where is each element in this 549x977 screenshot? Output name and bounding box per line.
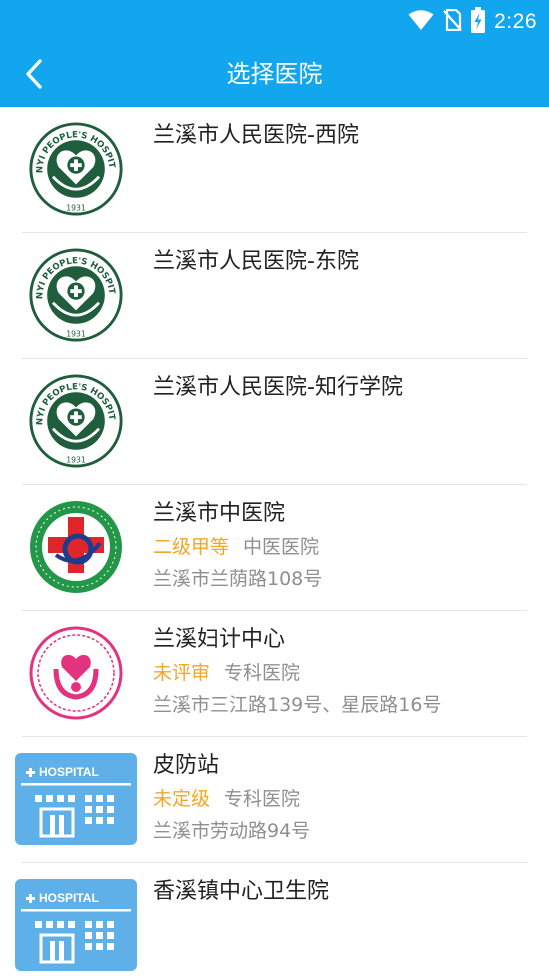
hospital-info: 兰溪妇计中心 未评审 专科医院 兰溪市三江路139号、星辰路16号: [153, 625, 529, 717]
tcm-hospital-logo: [22, 497, 130, 597]
people-hospital-logo: ANYI PEOPLE'S HOSPITAL 1931: [22, 371, 130, 471]
chevron-left-icon: [23, 58, 45, 94]
status-icons: 2:26: [408, 6, 537, 38]
hospital-meta: 未定级 专科医院: [153, 787, 529, 811]
people-hospital-logo: ANYI PEOPLE'S HOSPITAL 1931: [22, 245, 130, 345]
hospital-meta: 未评审 专科医院: [153, 661, 529, 685]
hospital-name: 香溪镇中心卫生院: [153, 879, 330, 904]
status-time: 2:26: [494, 10, 537, 33]
hospital-list-item[interactable]: HOSPITAL 皮防站 未定级 专科医院 兰溪市劳动路94号: [0, 737, 549, 863]
hospital-name: 兰溪妇计中心: [153, 627, 286, 652]
hospital-label: HOSPITAL: [39, 765, 99, 779]
hospital-address: 兰溪市兰荫路108号: [153, 568, 323, 590]
hospital-level: 二级甲等: [153, 536, 230, 558]
no-sim-icon: [442, 8, 462, 35]
hospital-type: 中医医院: [243, 536, 320, 558]
hospital-info: 兰溪市人民医院-西院: [153, 121, 529, 151]
hospital-list-item[interactable]: 兰溪市中医院 二级甲等 中医医院 兰溪市兰荫路108号: [0, 485, 549, 611]
hospital-info: 香溪镇中心卫生院: [153, 877, 529, 907]
hospital-level: 未评审: [153, 662, 211, 684]
hospital-name: 兰溪市人民医院-西院: [153, 123, 359, 148]
wifi-icon: [408, 9, 434, 35]
battery-charging-icon: [470, 7, 486, 37]
hospital-list-item[interactable]: HOSPITAL 香溪镇中心卫生院: [0, 863, 549, 977]
hospital-level: 未定级: [153, 788, 211, 810]
hospital-list-item[interactable]: ANYI PEOPLE'S HOSPITAL 1931 兰溪市人民医院-知行学院: [0, 359, 549, 485]
hospital-list-item[interactable]: 兰溪妇计中心 未评审 专科医院 兰溪市三江路139号、星辰路16号: [0, 611, 549, 737]
hospital-label: HOSPITAL: [39, 891, 99, 905]
hospital-info: 兰溪市人民医院-知行学院: [153, 373, 529, 403]
hospital-list-item[interactable]: ANYI PEOPLE'S HOSPITAL 1931 兰溪市人民医院-西院: [0, 107, 549, 233]
hospital-building-icon: HOSPITAL: [15, 753, 137, 845]
hospital-info: 皮防站 未定级 专科医院 兰溪市劳动路94号: [153, 751, 529, 843]
maternal-center-logo: [22, 623, 130, 723]
hospital-list: ANYI PEOPLE'S HOSPITAL 1931 兰溪市人民医院-西院 A…: [0, 107, 549, 977]
hospital-info: 兰溪市中医院 二级甲等 中医医院 兰溪市兰荫路108号: [153, 499, 529, 591]
back-button[interactable]: [10, 52, 58, 100]
hospital-type: 专科医院: [224, 788, 301, 810]
hospital-name: 皮防站: [153, 753, 220, 778]
app-bar: 选择医院: [0, 44, 549, 107]
hospital-info: 兰溪市人民医院-东院: [153, 247, 529, 277]
status-bar: 2:26: [0, 0, 549, 44]
hospital-name: 兰溪市中医院: [153, 501, 286, 526]
people-hospital-logo: ANYI PEOPLE'S HOSPITAL 1931: [22, 119, 130, 219]
hospital-name: 兰溪市人民医院-东院: [153, 249, 359, 274]
logo-year: 1931: [66, 329, 86, 338]
hospital-address: 兰溪市三江路139号、星辰路16号: [153, 694, 442, 716]
hospital-address: 兰溪市劳动路94号: [153, 820, 311, 842]
page-title: 选择医院: [226, 60, 323, 88]
logo-year: 1931: [66, 203, 86, 212]
hospital-meta: 二级甲等 中医医院: [153, 535, 529, 559]
logo-year: 1931: [66, 455, 86, 464]
hospital-type: 专科医院: [224, 662, 301, 684]
hospital-building-icon: HOSPITAL: [15, 879, 137, 971]
hospital-list-item[interactable]: ANYI PEOPLE'S HOSPITAL 1931 兰溪市人民医院-东院: [0, 233, 549, 359]
hospital-name: 兰溪市人民医院-知行学院: [153, 375, 403, 400]
